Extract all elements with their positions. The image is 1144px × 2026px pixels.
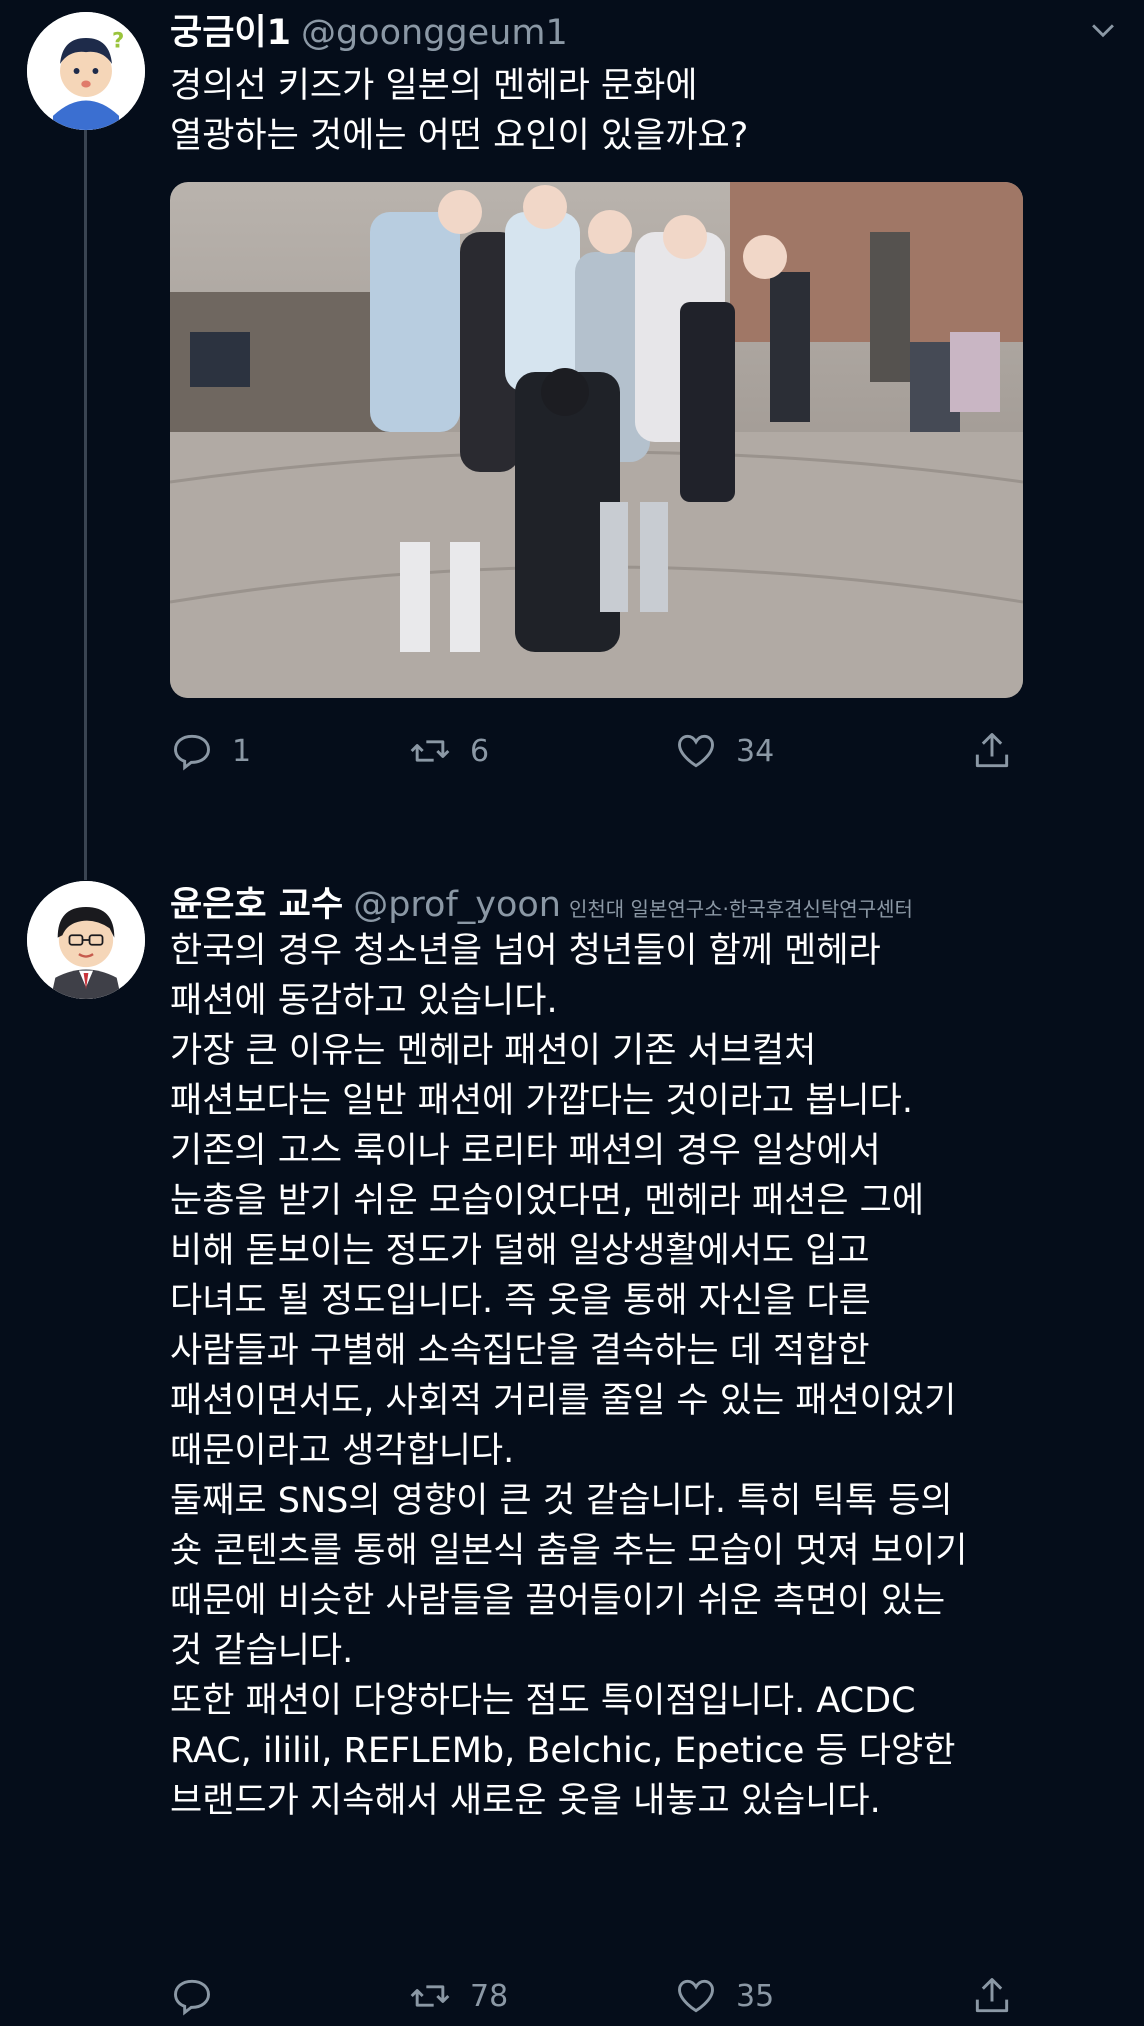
- tweet-action-bar: 1 6 34: [170, 721, 1040, 781]
- avatar[interactable]: [27, 881, 145, 999]
- user-handle[interactable]: @prof_yoon: [353, 885, 561, 925]
- like-button[interactable]: 35: [674, 1966, 774, 2026]
- avatar-illustration: ?: [27, 12, 145, 130]
- tweet-header: 궁금이1 @goonggeum1: [170, 4, 568, 55]
- share-icon: [975, 1978, 1009, 2013]
- tweet-text: 한국의 경우 청소년을 넘어 청년들이 함께 멘헤라 패션에 동감하고 있습니다…: [170, 931, 968, 1821]
- like-button[interactable]: 34: [674, 721, 774, 781]
- share-button[interactable]: [970, 1966, 1014, 2026]
- display-name[interactable]: 윤은호 교수: [170, 885, 343, 925]
- heart-icon: [678, 1979, 714, 2013]
- retweet-count: 78: [470, 1978, 509, 2014]
- share-button[interactable]: [970, 721, 1014, 781]
- user-affiliation: 인천대 일본연구소·한국후견신탁연구센터: [568, 897, 913, 921]
- chevron-down-icon[interactable]: [1086, 14, 1120, 48]
- like-count: 35: [736, 1978, 775, 2014]
- like-count: 34: [736, 733, 775, 769]
- heart-icon: [678, 734, 714, 768]
- reply-button[interactable]: [170, 1966, 232, 2026]
- tweet-action-bar: 78 35: [170, 1966, 1040, 2026]
- retweet-button[interactable]: 78: [408, 1966, 508, 2026]
- retweet-icon: [410, 740, 450, 762]
- svg-text:?: ?: [112, 28, 124, 53]
- tweet-photo[interactable]: [170, 182, 1023, 698]
- user-handle[interactable]: @goonggeum1: [301, 13, 568, 53]
- display-name[interactable]: 궁금이1: [170, 13, 291, 53]
- tweet-header: 윤은호 교수 @prof_yoon 인천대 일본연구소·한국후견신탁연구센터: [170, 876, 913, 927]
- share-icon: [975, 733, 1009, 768]
- reply-icon: [174, 1979, 210, 2016]
- photo-group-of-people: [170, 182, 1023, 698]
- retweet-button[interactable]: 6: [408, 721, 489, 781]
- thread-connector-line: [84, 128, 87, 880]
- retweet-icon: [410, 1985, 450, 2007]
- reply-count: 1: [232, 733, 252, 769]
- tweet-text: 경의선 키즈가 일본의 멘헤라 문화에 열광하는 것에는 어떤 요인이 있을까요…: [170, 66, 749, 156]
- reply-icon: [174, 734, 210, 771]
- avatar[interactable]: ?: [27, 12, 145, 130]
- retweet-count: 6: [470, 733, 490, 769]
- reply-button[interactable]: 1: [170, 721, 251, 781]
- avatar-illustration: [27, 881, 145, 999]
